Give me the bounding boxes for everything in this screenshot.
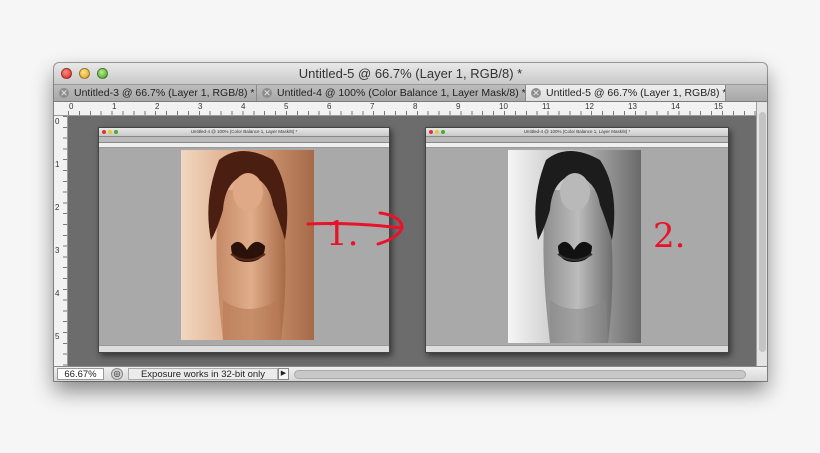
tab-untitled-5[interactable]: ✕ Untitled-5 @ 66.7% (Layer 1, RGB/8) * xyxy=(526,85,726,101)
vertical-scroll-thumb[interactable] xyxy=(759,112,766,352)
ruler-tick-label: 12 xyxy=(585,102,594,111)
ruler-tick-label: 1 xyxy=(55,160,60,169)
status-icon[interactable]: ◎ xyxy=(111,368,123,380)
grayscale-photo-art xyxy=(508,150,641,343)
embedded-ruler xyxy=(99,143,389,148)
ruler-tick-label: 4 xyxy=(241,102,246,111)
tab-label: Untitled-4 @ 100% (Color Balance 1, Laye… xyxy=(277,87,526,99)
ruler-tick-label: 3 xyxy=(198,102,203,111)
vertical-ruler[interactable]: 0 1 2 3 4 5 xyxy=(54,116,68,366)
embedded-ruler xyxy=(426,143,728,148)
horizontal-scrollbar[interactable] xyxy=(294,370,746,379)
title-bar: Untitled-5 @ 66.7% (Layer 1, RGB/8) * xyxy=(54,63,767,85)
ruler-tick-label: 2 xyxy=(55,203,60,212)
embedded-title: Untitled-4 @ 100% (Color Balance 1, Laye… xyxy=(190,129,298,134)
ruler-tick-label: 2 xyxy=(155,102,160,111)
ruler-tick-label: 10 xyxy=(499,102,508,111)
tab-untitled-4[interactable]: ✕ Untitled-4 @ 100% (Color Balance 1, La… xyxy=(257,85,526,101)
ruler-tick-label: 3 xyxy=(55,246,60,255)
ruler-tick-label: 8 xyxy=(413,102,418,111)
zoom-field[interactable]: 66.67% xyxy=(57,368,104,380)
embedded-title-bar: Untitled-4 @ 100% (Color Balance 1, Laye… xyxy=(99,128,389,137)
ruler-tick-label: 6 xyxy=(327,102,332,111)
tab-label: Untitled-5 @ 66.7% (Layer 1, RGB/8) * xyxy=(546,87,726,99)
document-tab-bar: ✕ Untitled-3 @ 66.7% (Layer 1, RGB/8) * … xyxy=(54,85,767,102)
tab-label: Untitled-3 @ 66.7% (Layer 1, RGB/8) * xyxy=(74,87,255,99)
embedded-title: Untitled-4 @ 100% (Color Balance 1, Laye… xyxy=(523,129,631,134)
grayscale-photo xyxy=(508,150,641,343)
ruler-tick-label: 7 xyxy=(370,102,375,111)
ruler-tick-label: 5 xyxy=(55,332,60,341)
ruler-tick-label: 15 xyxy=(714,102,723,111)
ruler-tick-label: 5 xyxy=(284,102,289,111)
annotation-label-1: 1. xyxy=(326,214,359,254)
ruler-tick-label: 14 xyxy=(671,102,680,111)
document-canvas[interactable]: Untitled-4 @ 100% (Color Balance 1, Laye… xyxy=(68,116,756,366)
embedded-title-bar: Untitled-4 @ 100% (Color Balance 1, Laye… xyxy=(426,128,728,137)
sepia-photo-art xyxy=(181,150,314,340)
triangle-right-icon[interactable]: ▶ xyxy=(278,368,289,380)
ruler-tick-label: 0 xyxy=(69,102,74,111)
status-message[interactable]: Exposure works in 32-bit only xyxy=(128,368,278,380)
close-icon[interactable]: ✕ xyxy=(59,88,69,98)
ruler-tick-label: 1 xyxy=(112,102,117,111)
status-bar: 66.67% ◎ Exposure works in 32-bit only ▶ xyxy=(54,366,767,381)
ruler-tick-label: 11 xyxy=(542,102,551,111)
ruler-tick-label: 4 xyxy=(55,289,60,298)
photoshop-window: Untitled-5 @ 66.7% (Layer 1, RGB/8) * ✕ … xyxy=(54,63,767,381)
ruler-origin[interactable] xyxy=(54,102,69,116)
annotation-label-2: 2. xyxy=(653,216,686,256)
ruler-tick-label: 0 xyxy=(55,117,60,126)
ruler-tick-label: 9 xyxy=(456,102,461,111)
tab-untitled-3[interactable]: ✕ Untitled-3 @ 66.7% (Layer 1, RGB/8) * xyxy=(54,85,257,101)
ruler-tick-label: 13 xyxy=(628,102,637,111)
embedded-status-bar xyxy=(426,345,728,352)
close-icon[interactable]: ✕ xyxy=(262,88,272,98)
embedded-status-bar xyxy=(99,345,389,352)
window-title: Untitled-5 @ 66.7% (Layer 1, RGB/8) * xyxy=(298,66,523,81)
sepia-photo xyxy=(181,150,314,340)
close-icon[interactable]: ✕ xyxy=(531,88,541,98)
vertical-scrollbar[interactable] xyxy=(756,102,767,366)
horizontal-ruler[interactable]: 0 1 2 3 4 5 6 7 8 9 10 11 12 13 14 15 xyxy=(68,102,756,116)
